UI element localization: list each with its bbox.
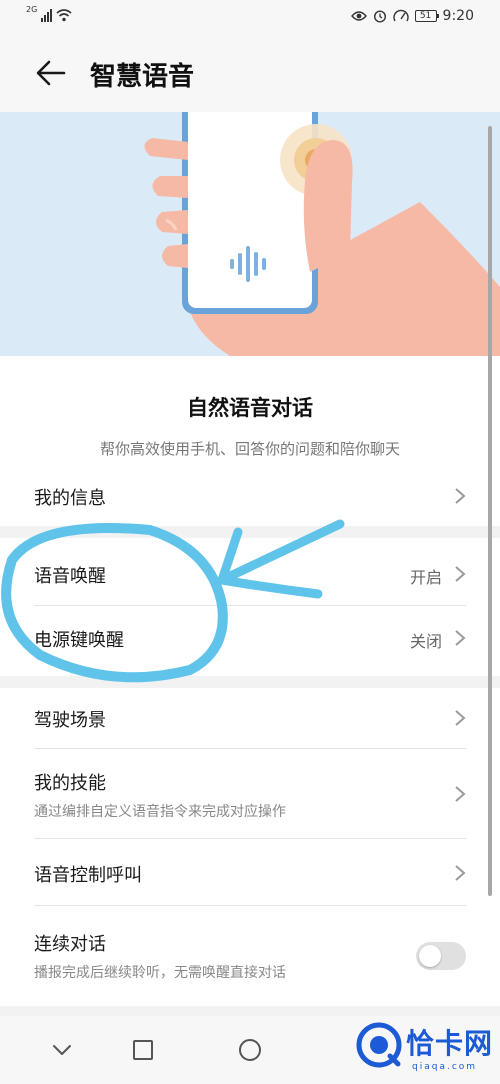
chevron-right-icon — [455, 566, 466, 582]
status-bar: 2G 51 9:20 — [0, 0, 500, 36]
setting-label: 驾驶场景 — [34, 710, 106, 731]
status-time: 9:20 — [442, 8, 474, 24]
arrow-left-icon[interactable] — [34, 58, 68, 88]
page-title: 智慧语音 — [90, 62, 195, 92]
status-right: 51 9:20 — [350, 8, 474, 24]
setting-voice-wakeup[interactable]: 语音唤醒 开启 — [0, 538, 500, 606]
chevron-right-icon — [455, 630, 466, 646]
setting-label: 语音控制呼叫 — [34, 865, 142, 886]
setting-label: 语音唤醒 — [34, 566, 106, 587]
setting-my-info[interactable]: 我的信息 — [0, 466, 500, 526]
home-circle-icon[interactable] — [236, 1036, 264, 1064]
back-triangle-icon[interactable] — [48, 1036, 76, 1064]
chevron-right-icon — [455, 865, 466, 881]
setting-driving-scene[interactable]: 驾驶场景 — [0, 688, 500, 748]
signal-icon — [41, 9, 53, 22]
watermark-subtext: qiaqa.com — [412, 1062, 478, 1072]
setting-label: 连续对话 — [34, 934, 106, 955]
network-type: 2G — [26, 5, 38, 14]
setting-my-skills[interactable]: 我的技能 通过编排自定义语音指令来完成对应操作 — [0, 749, 500, 839]
app-header: 智慧语音 — [0, 36, 500, 112]
setting-voice-call[interactable]: 语音控制呼叫 — [0, 839, 500, 905]
toggle-knob — [419, 945, 441, 967]
scrollbar[interactable] — [488, 126, 492, 896]
setting-subtitle: 通过编排自定义语音指令来完成对应操作 — [34, 804, 286, 820]
watermark-text: 恰卡网 — [406, 1027, 494, 1060]
setting-power-key-wakeup[interactable]: 电源键唤醒 关闭 — [0, 606, 500, 676]
intro-card: 自然语音对话 帮你高效使用手机、回答你的问题和陪你聊天 我的信息 — [0, 356, 500, 526]
chevron-right-icon — [455, 786, 466, 802]
setting-label: 我的信息 — [34, 488, 106, 509]
status-left: 2G — [26, 5, 72, 22]
setting-value: 关闭 — [409, 632, 442, 651]
recent-square-icon[interactable] — [129, 1036, 157, 1064]
setting-label: 我的技能 — [34, 773, 106, 794]
settings-card: 驾驶场景 我的技能 通过编排自定义语音指令来完成对应操作 语音控制呼叫 连续对话… — [0, 688, 500, 1006]
setting-continuous-dialog: 连续对话 播报完成后继续聆听，无需唤醒直接对话 — [0, 906, 500, 1006]
intro-subtitle: 帮你高效使用手机、回答你的问题和陪你聊天 — [99, 440, 400, 458]
watermark-logo-icon — [356, 1022, 402, 1068]
chevron-right-icon — [455, 488, 466, 504]
setting-value: 开启 — [409, 568, 442, 587]
wifi-icon — [56, 9, 72, 22]
nfc-icon — [392, 9, 409, 22]
eye-comfort-icon — [350, 11, 367, 21]
hero-illustration — [0, 112, 500, 356]
setting-subtitle: 播报完成后继续聆听，无需唤醒直接对话 — [34, 965, 286, 981]
continuous-dialog-toggle[interactable] — [416, 942, 466, 970]
intro-title: 自然语音对话 — [187, 396, 313, 420]
alarm-icon — [373, 10, 386, 23]
setting-label: 电源键唤醒 — [34, 630, 124, 651]
phone-in-hand-illustration — [0, 112, 500, 356]
chevron-right-icon — [455, 710, 466, 726]
battery-icon: 51 — [414, 10, 439, 22]
wakeup-card: 语音唤醒 开启 电源键唤醒 关闭 — [0, 538, 500, 676]
